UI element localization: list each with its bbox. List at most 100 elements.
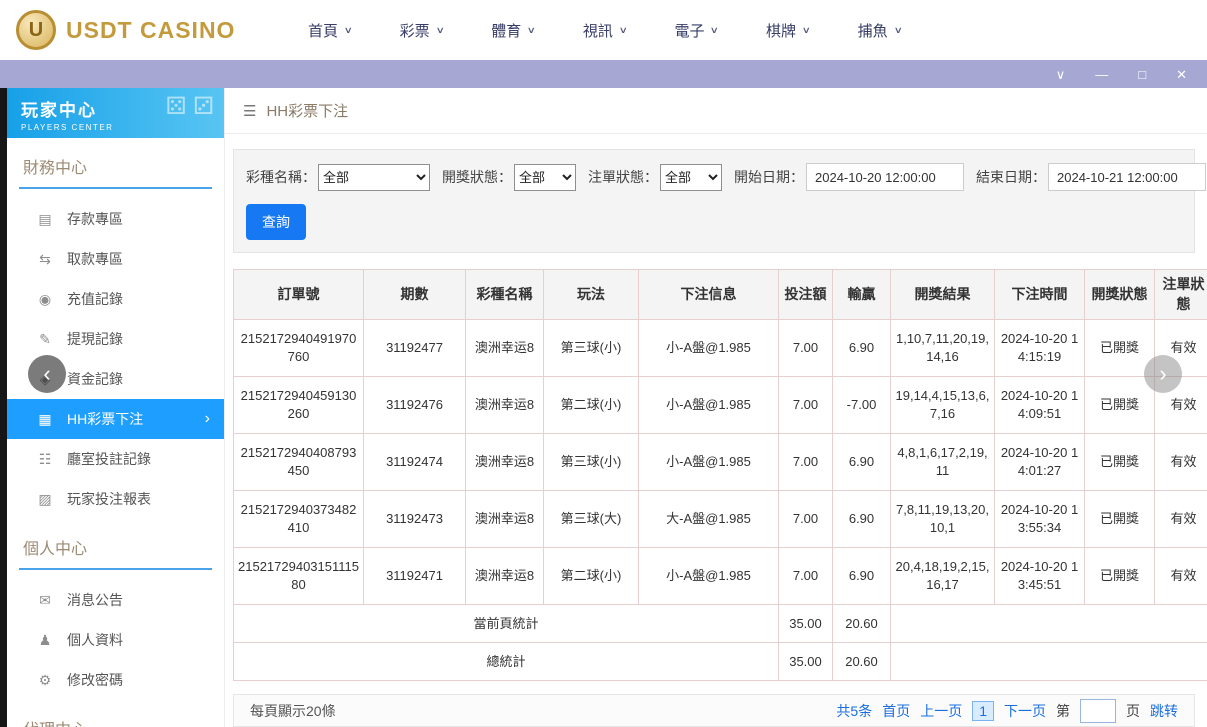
app-window: U USDT CASINO 首頁 ∨ 彩票 ∨ 體育 ∨ 視訊 ∨ 電子 ∨ xyxy=(0,0,1207,727)
cell-bet-info: 小-A盤@1.985 xyxy=(639,548,779,605)
dice-decoration-icon: ⚄ ⚂ xyxy=(166,92,214,121)
end-date-input[interactable] xyxy=(1048,163,1206,191)
cell-lottery: 澳洲幸运8 xyxy=(466,320,544,377)
cell-draw-status: 已開獎 xyxy=(1085,434,1155,491)
window-maximize-icon[interactable]: □ xyxy=(1138,68,1146,81)
main-content: ☰ HH彩票下注 彩種名稱： 全部 開獎狀態： 全部 xyxy=(225,88,1207,727)
chevron-down-icon: ∨ xyxy=(527,25,536,36)
nav-item-fishing[interactable]: 捕魚 ∨ xyxy=(858,20,902,41)
nav-item-chess[interactable]: 棋牌 ∨ xyxy=(766,20,810,41)
cell-winloss: 6.90 xyxy=(833,434,891,491)
cell-draw-status: 已開獎 xyxy=(1085,548,1155,605)
sidebar-item-withdrawal-record[interactable]: ✎ 提現記錄 xyxy=(7,319,224,359)
summary-row-current-page: 當前頁統計 35.00 20.60 xyxy=(234,605,1207,643)
hamburger-icon[interactable]: ☰ xyxy=(243,102,256,120)
message-icon: ✉ xyxy=(37,592,53,609)
table-row: 2152172940315111580 31192471 澳洲幸运8 第二球(小… xyxy=(234,548,1207,605)
filter-lottery-name: 彩種名稱： 全部 xyxy=(246,164,430,191)
cell-order-no: 2152172940491970760 xyxy=(234,320,364,377)
cell-draw-result: 19,14,4,15,13,6,7,16 xyxy=(891,377,995,434)
draw-status-label: 開獎狀態： xyxy=(442,167,512,187)
logo-text: USDT CASINO xyxy=(66,17,235,44)
prev-page-link[interactable]: 上一页 xyxy=(920,701,962,721)
cell-lottery: 澳洲幸运8 xyxy=(466,377,544,434)
personal-menu: ✉ 消息公告 ♟ 個人資料 ⚙ 修改密碼 xyxy=(7,580,224,700)
start-date-input[interactable] xyxy=(806,163,964,191)
cell-play: 第三球(小) xyxy=(544,320,639,377)
table-row: 2152172940408793450 31192474 澳洲幸运8 第三球(小… xyxy=(234,434,1207,491)
sidebar-item-label: 提現記錄 xyxy=(67,329,123,349)
col-header-play: 玩法 xyxy=(544,270,639,320)
jump-page-input[interactable] xyxy=(1080,699,1116,723)
nav-item-electronic[interactable]: 電子 ∨ xyxy=(674,20,718,41)
sidebar-item-change-password[interactable]: ⚙ 修改密碼 xyxy=(7,660,224,700)
sidebar-item-messages[interactable]: ✉ 消息公告 xyxy=(7,580,224,620)
query-button[interactable]: 查詢 xyxy=(246,204,306,240)
cell-bet-info: 大-A盤@1.985 xyxy=(639,491,779,548)
carousel-right-arrow[interactable]: › xyxy=(1144,355,1182,393)
col-header-order-no: 訂單號 xyxy=(234,270,364,320)
total-count: 共5条 xyxy=(836,701,872,721)
sidebar-item-player-report[interactable]: ▨ 玩家投注報表 xyxy=(7,479,224,519)
next-page-link[interactable]: 下一页 xyxy=(1004,701,1046,721)
sidebar-item-withdraw[interactable]: ⇆ 取款專區 xyxy=(7,239,224,279)
cell-order-no: 2152172940408793450 xyxy=(234,434,364,491)
nav-item-video[interactable]: 視訊 ∨ xyxy=(583,20,627,41)
nav-item-home[interactable]: 首頁 ∨ xyxy=(308,20,352,41)
cell-period: 31192476 xyxy=(364,377,466,434)
sidebar-item-profile[interactable]: ♟ 個人資料 xyxy=(7,620,224,660)
sidebar-item-room-bet-record[interactable]: ☷ 廳室投註記錄 xyxy=(7,439,224,479)
cell-period: 31192474 xyxy=(364,434,466,491)
window-close-icon[interactable]: ✕ xyxy=(1176,68,1187,81)
table-row: 2152172940459130260 31192476 澳洲幸运8 第二球(小… xyxy=(234,377,1207,434)
chevron-down-icon: ∨ xyxy=(710,25,719,36)
nav-item-label: 電子 xyxy=(674,20,704,41)
summary-win-total: 20.60 xyxy=(833,643,891,681)
carousel-left-arrow[interactable]: ‹ xyxy=(28,355,66,393)
lottery-bet-icon: ▦ xyxy=(37,411,53,428)
cell-bet-time: 2024-10-20 14:09:51 xyxy=(995,377,1085,434)
col-header-bet-amount: 投注額 xyxy=(779,270,833,320)
summary-row-grand-total: 總統計 35.00 20.60 xyxy=(234,643,1207,681)
table-header-row: 訂單號 期數 彩種名稱 玩法 下注信息 投注額 輸贏 開獎結果 下注時間 開獎狀… xyxy=(234,270,1207,320)
cell-draw-result: 1,10,7,11,20,19,14,16 xyxy=(891,320,995,377)
start-date-label: 開始日期： xyxy=(734,167,804,187)
jump-button[interactable]: 跳转 xyxy=(1150,701,1178,721)
summary-empty xyxy=(891,605,1207,643)
cell-winloss: 6.90 xyxy=(833,548,891,605)
player-report-icon: ▨ xyxy=(37,491,53,508)
nav-item-sports[interactable]: 體育 ∨ xyxy=(491,20,535,41)
sidebar-item-deposit[interactable]: ▤ 存款專區 xyxy=(7,199,224,239)
cell-bet-time: 2024-10-20 13:45:51 xyxy=(995,548,1085,605)
section-title-finance: 財務中心 xyxy=(19,154,212,189)
sidebar-item-label: 取款專區 xyxy=(67,249,123,269)
cell-draw-result: 7,8,11,19,13,20,10,1 xyxy=(891,491,995,548)
sidebar-item-recharge-record[interactable]: ◉ 充值記錄 xyxy=(7,279,224,319)
filter-end-date: 結束日期： xyxy=(976,163,1206,191)
chevron-down-icon: ∨ xyxy=(435,25,444,36)
filter-row: 彩種名稱： 全部 開獎狀態： 全部 注單狀態： 全 xyxy=(246,163,1182,191)
cell-play: 第三球(大) xyxy=(544,491,639,548)
nav-item-lottery[interactable]: 彩票 ∨ xyxy=(400,20,444,41)
chevron-down-icon: ∨ xyxy=(802,25,811,36)
filter-order-status: 注單狀態： 全部 xyxy=(588,164,722,191)
draw-status-select[interactable]: 全部 xyxy=(514,164,576,191)
lottery-name-select[interactable]: 全部 xyxy=(318,164,430,191)
sidebar-item-hh-lottery-bet[interactable]: ▦ HH彩票下注 › xyxy=(7,399,224,439)
order-status-select[interactable]: 全部 xyxy=(660,164,722,191)
recharge-record-icon: ◉ xyxy=(37,291,53,308)
sidebar: 玩家中心 PLAYERS CENTER ⚄ ⚂ 財務中心 ▤ 存款專區 ⇆ 取款… xyxy=(7,88,225,727)
logo[interactable]: U USDT CASINO xyxy=(0,10,250,50)
pagination-controls: 共5条 首页 上一页 1 下一页 第 页 跳转 xyxy=(836,699,1178,723)
summary-empty xyxy=(891,643,1207,681)
window-chevron-icon[interactable]: ∨ xyxy=(1056,68,1066,81)
sidebar-item-label: 存款專區 xyxy=(67,209,123,229)
first-page-link[interactable]: 首页 xyxy=(882,701,910,721)
cell-bet-time: 2024-10-20 13:55:34 xyxy=(995,491,1085,548)
cell-winloss: 6.90 xyxy=(833,491,891,548)
withdraw-icon: ⇆ xyxy=(37,251,53,268)
filter-start-date: 開始日期： xyxy=(734,163,964,191)
window-minimize-icon[interactable]: — xyxy=(1095,68,1108,81)
current-page-indicator[interactable]: 1 xyxy=(972,701,994,721)
cell-draw-result: 20,4,18,19,2,15,16,17 xyxy=(891,548,995,605)
